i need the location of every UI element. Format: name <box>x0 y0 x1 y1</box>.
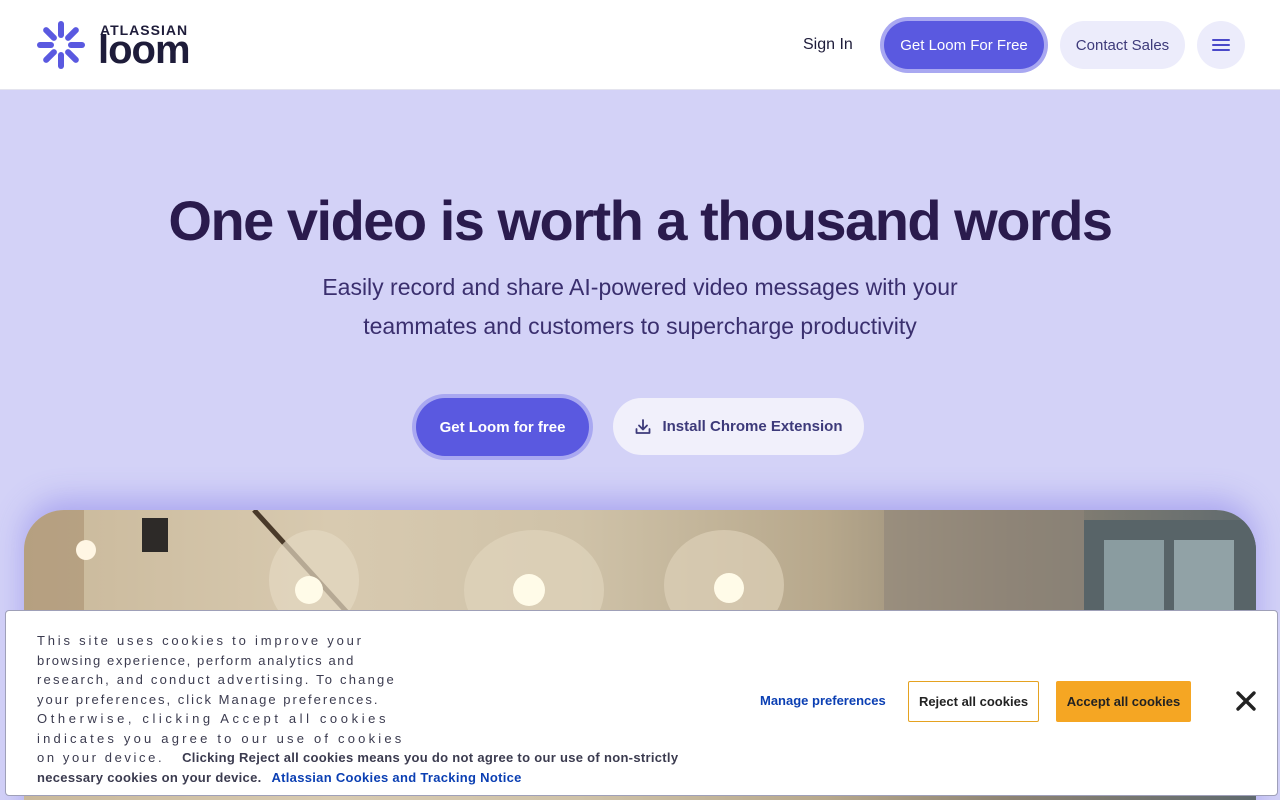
manage-preferences-button[interactable]: Manage preferences <box>760 680 886 722</box>
menu-button[interactable] <box>1197 21 1245 69</box>
install-chrome-extension-button[interactable]: Install Chrome Extension <box>613 398 864 455</box>
cookie-notice-link[interactable]: Atlassian Cookies and Tracking Notice <box>271 770 521 785</box>
loom-burst-icon <box>37 21 85 69</box>
cookie-text-line: Otherwise, clicking Accept all cookies <box>37 711 390 726</box>
cookie-text-device: on your device. <box>37 750 165 765</box>
reject-all-cookies-button[interactable]: Reject all cookies <box>908 681 1039 722</box>
install-chrome-extension-label: Install Chrome Extension <box>662 418 843 435</box>
get-loom-free-button[interactable]: Get Loom for free <box>412 394 593 460</box>
hamburger-menu-icon <box>1212 39 1230 51</box>
get-loom-free-label: Get Loom for free <box>416 398 589 456</box>
cookie-text-line: indicates you agree to our use of cookie… <box>37 730 405 746</box>
accept-all-cookies-button[interactable]: Accept all cookies <box>1056 681 1191 722</box>
close-x-icon <box>1236 691 1256 711</box>
close-cookie-banner-button[interactable] <box>1230 685 1262 717</box>
cookie-text-line: research, and conduct advertising. To ch… <box>37 672 396 687</box>
hero-subtitle-line-2: teammates and customers to supercharge p… <box>363 313 917 339</box>
cookie-banner-text: This site uses cookies to improve your b… <box>37 631 697 787</box>
contact-sales-button[interactable]: Contact Sales <box>1060 21 1185 69</box>
cookie-text-line: browsing experience, perform analytics a… <box>37 652 355 668</box>
cookie-text-line: This site uses cookies to improve your <box>37 633 364 648</box>
hero-title: One video is worth a thousand words <box>168 189 1113 252</box>
logo-loom-text: loom <box>98 28 191 72</box>
cookie-text-line-last: on your device. Clicking Reject all cook… <box>37 748 697 787</box>
header-get-loom-button[interactable]: Get Loom For Free <box>880 17 1048 73</box>
sign-in-link[interactable]: Sign In <box>793 30 863 60</box>
site-header: ATLASSIAN loom Sign In Get Loom For Free… <box>0 0 1280 90</box>
hero-subtitle-line-1: Easily record and share AI-powered video… <box>322 274 958 300</box>
header-get-loom-label: Get Loom For Free <box>884 21 1044 69</box>
cookie-text-line: your preferences, click Manage preferenc… <box>37 691 380 707</box>
hero-subtitle: Easily record and share AI-powered video… <box>290 268 990 346</box>
loom-logo[interactable]: ATLASSIAN loom <box>36 20 196 72</box>
download-icon <box>636 418 651 434</box>
